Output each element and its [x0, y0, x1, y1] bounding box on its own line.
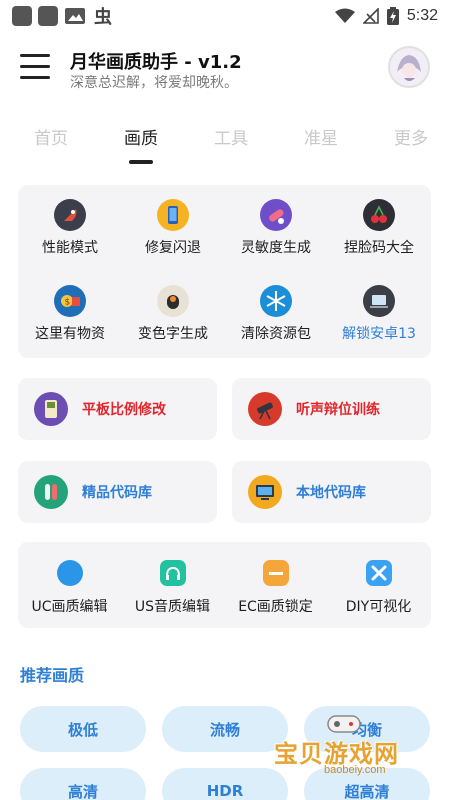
money-icon: $ [54, 285, 86, 317]
sushi-icon [157, 285, 189, 317]
tab-quality[interactable]: 画质 [124, 124, 158, 149]
section-title-recommended: 推荐画质 [20, 666, 85, 685]
app-subtitle: 深意总迟解，将爱却晚秋。 [70, 75, 238, 91]
cherry-icon [363, 199, 395, 231]
diy-visualize-button[interactable]: DIY可视化 [327, 560, 430, 616]
app-notification-icon [38, 6, 58, 26]
wifi-icon [334, 8, 355, 23]
tab-more[interactable]: 更多 [394, 124, 428, 149]
grid-item-color-text-generator[interactable]: 变色字生成 [123, 285, 223, 343]
notification-glyph-icon: 虫 [94, 7, 112, 28]
grid-item-clear-resource-pack[interactable]: 清除资源包 [226, 285, 326, 343]
grid-item-unlock-android13[interactable]: 解锁安卓13 [329, 285, 429, 343]
tab-indicator [129, 160, 153, 164]
image-icon [65, 8, 85, 24]
pills-icon [260, 199, 292, 231]
clock: 5:32 [406, 7, 438, 24]
avatar[interactable] [388, 46, 430, 88]
grid-item-fix-crash[interactable]: 修复闪退 [123, 199, 223, 257]
tablet-ratio-button[interactable]: 平板比例修改 [18, 378, 217, 440]
audio-position-training-button[interactable]: 听声辩位训练 [232, 378, 431, 440]
quality-pill-very-low[interactable]: 极低 [20, 706, 146, 752]
quality-pill-hdr[interactable]: HDR [162, 768, 288, 800]
ec-quality-lock-button[interactable]: EC画质锁定 [224, 560, 327, 616]
grid-item-performance-mode[interactable]: 性能模式 [20, 199, 120, 257]
telescope-icon [248, 392, 282, 426]
grid-item-supplies[interactable]: $ 这里有物资 [20, 285, 120, 343]
watermark-url: baobeiy.com [324, 764, 386, 776]
uc-icon [56, 560, 83, 586]
premium-code-library-button[interactable]: 精品代码库 [18, 461, 217, 523]
phone-icon [157, 199, 189, 231]
diy-icon [365, 560, 392, 586]
gamepad-icon [327, 715, 361, 733]
tab-tools[interactable]: 工具 [214, 124, 248, 149]
us-audio-editor-button[interactable]: US音质编辑 [121, 560, 224, 616]
snowflake-icon [260, 285, 292, 317]
feature-grid: 性能模式 修复闪退 灵敏度生成 捏脸码大全 $ 这里有物资 变色字生成 清除资源… [18, 185, 431, 358]
tab-home[interactable]: 首页 [34, 124, 68, 149]
app-title: 月华画质助手 - v1.2 [70, 52, 242, 73]
rocket-icon [54, 199, 86, 231]
status-bar: 虫 5:32 [0, 0, 450, 32]
grid-item-face-code-collection[interactable]: 捏脸码大全 [329, 199, 429, 257]
no-signal-icon [362, 8, 379, 24]
svg-text:$: $ [65, 298, 71, 308]
editor-tools: UC画质编辑 US音质编辑 EC画质锁定 DIY可视化 [18, 542, 431, 628]
laptop-icon [363, 285, 395, 317]
local-code-library-button[interactable]: 本地代码库 [232, 461, 431, 523]
top-tabs: 首页 画质 工具 准星 更多 [0, 118, 450, 168]
headphone-icon [159, 560, 186, 586]
grid-item-sensitivity-generator[interactable]: 灵敏度生成 [226, 199, 326, 257]
quality-pill-smooth[interactable]: 流畅 [162, 706, 288, 752]
app-notification-icon [12, 6, 32, 26]
tab-crosshair[interactable]: 准星 [304, 124, 338, 149]
battery-icon [386, 7, 399, 25]
menu-icon[interactable] [20, 54, 50, 80]
anime-avatar-icon [390, 48, 428, 86]
computer-icon [248, 475, 282, 509]
app-header: 月华画质助手 - v1.2 深意总迟解，将爱却晚秋。 [0, 40, 450, 100]
watermark: 宝贝游戏网 baobeiy.com [272, 706, 422, 786]
gameboy-icon [34, 392, 68, 426]
lab-icon [34, 475, 68, 509]
uc-quality-editor-button[interactable]: UC画质编辑 [18, 560, 121, 616]
doc-icon [262, 560, 289, 586]
quality-pill-hd[interactable]: 高清 [20, 768, 146, 800]
